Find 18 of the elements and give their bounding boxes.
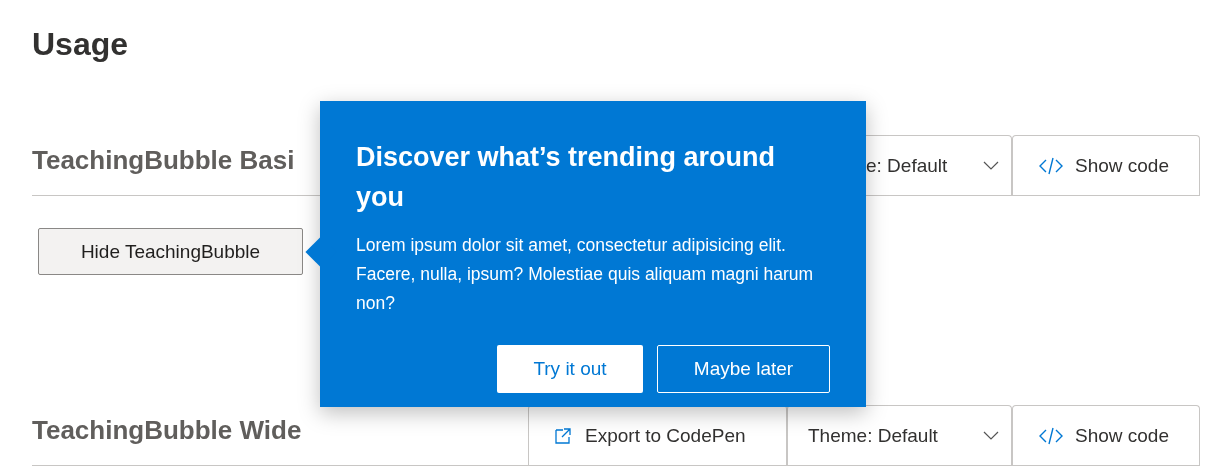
hide-bubble-button[interactable]: Hide TeachingBubble [38, 228, 303, 275]
export-button[interactable]: Export to CodePen [528, 405, 787, 465]
bubble-title: Discover what’s trending around you [356, 141, 777, 214]
page-heading: Usage [32, 25, 130, 64]
code-icon [1039, 156, 1063, 175]
bubble-text: Lorem ipsum dolor sit amet, consectetur adipisicing elit. Facere, nulla, ipsum? Molestiae quis aliquam magni harum non? [356, 234, 815, 315]
show-code-button[interactable]: Show code [1012, 135, 1200, 195]
theme-dropdown[interactable]: Theme: Default [787, 405, 1012, 465]
chevron-down-icon [983, 160, 999, 171]
section-title: TeachingBubble Wide [32, 414, 302, 446]
theme-dropdown[interactable]: e: Default [866, 135, 1012, 195]
export-icon [553, 425, 573, 446]
maybe-later-button[interactable]: Maybe later [657, 345, 830, 393]
try-it-out-button[interactable]: Try it out [497, 345, 643, 393]
show-code-button[interactable]: Show code [1012, 405, 1200, 465]
chevron-down-icon [983, 430, 999, 441]
section-title: TeachingBubble Basi [32, 144, 295, 176]
code-icon [1039, 426, 1063, 445]
